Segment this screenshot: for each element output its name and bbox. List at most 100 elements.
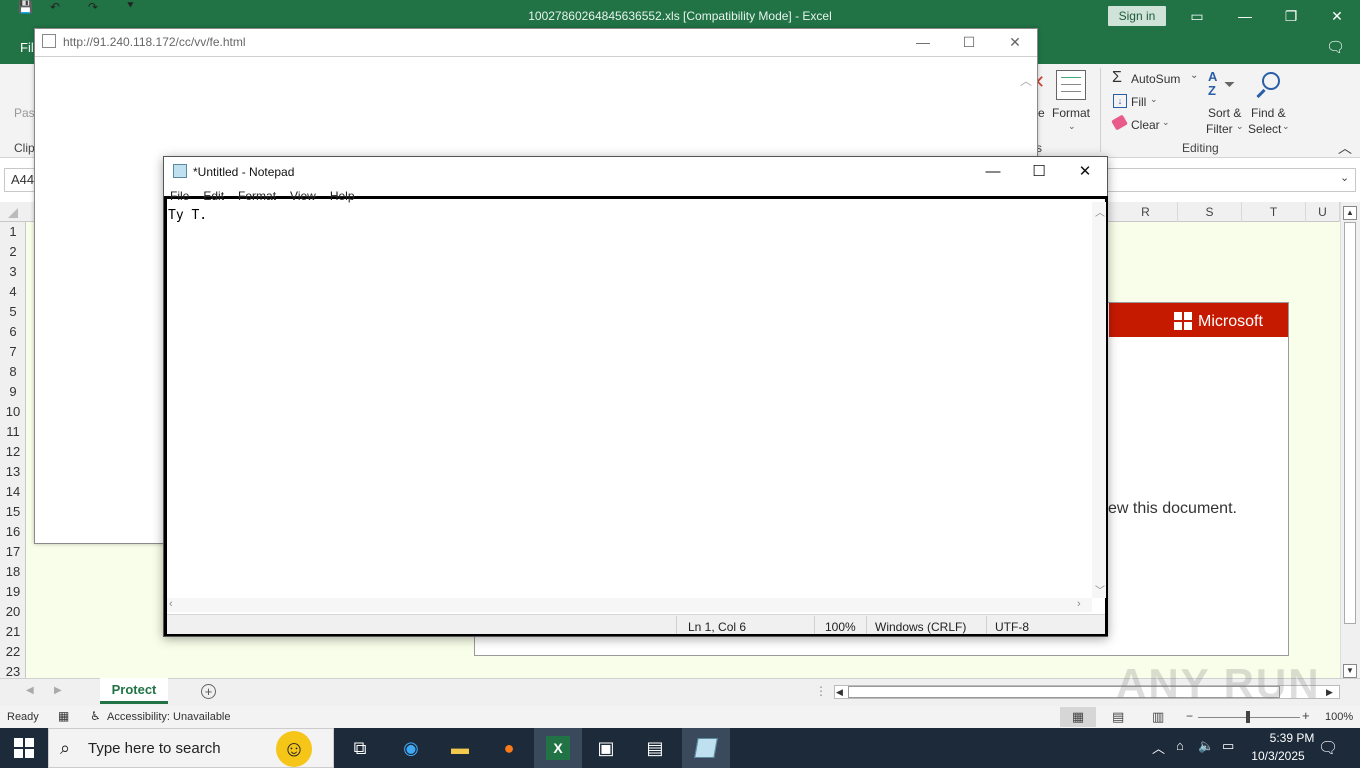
menu-file[interactable]: File — [170, 189, 189, 203]
row-number[interactable]: 10 — [0, 402, 26, 422]
row-number[interactable]: 16 — [0, 522, 26, 542]
browser-maximize-button[interactable]: ☐ — [946, 31, 992, 53]
notepad-horizontal-scrollbar[interactable]: ‹ › — [167, 598, 1092, 612]
sheet-next-icon[interactable]: ▶ — [54, 685, 62, 696]
macro-recording-icon[interactable]: ▦ — [58, 709, 69, 723]
notification-icon[interactable]: 🗨 — [1318, 738, 1338, 758]
row-number[interactable]: 1 — [0, 222, 26, 242]
browser-minimize-button[interactable]: — — [900, 31, 946, 53]
row-number[interactable]: 17 — [0, 542, 26, 562]
zoom-in-icon[interactable]: + — [1302, 708, 1310, 723]
windows-start-icon[interactable] — [14, 738, 34, 758]
customize-toolbar-icon[interactable]: ⯆ — [126, 0, 142, 13]
find-select-button[interactable]: Find & — [1251, 106, 1286, 120]
sort-filter-button[interactable]: Sort & — [1208, 106, 1241, 120]
excel-taskbar-button[interactable]: X — [534, 728, 582, 768]
page-layout-icon[interactable]: ▤ — [1112, 709, 1124, 725]
sheet-tab-protect[interactable]: Protect — [100, 678, 168, 704]
paste-button[interactable]: Pas — [14, 106, 35, 120]
collapse-ribbon-icon[interactable]: ︿ — [1338, 138, 1352, 158]
comments-icon[interactable]: 🗨 — [1326, 38, 1346, 56]
chevron-down-icon[interactable]: ⌄ — [1190, 70, 1198, 81]
file-explorer-icon[interactable]: ▬ — [446, 734, 474, 762]
accessibility-icon[interactable]: ♿ — [90, 709, 101, 723]
row-number[interactable]: 18 — [0, 562, 26, 582]
tab-file[interactable]: Fil — [20, 40, 34, 55]
task-view-icon[interactable]: ⧉ — [346, 734, 374, 762]
row-number[interactable]: 6 — [0, 322, 26, 342]
restore-button[interactable]: ❐ — [1268, 0, 1314, 32]
scroll-right-icon[interactable]: ▶ — [1326, 687, 1333, 698]
save-icon[interactable]: 💾 — [18, 0, 40, 14]
search-highlight-icon[interactable]: ☺ — [276, 731, 312, 767]
expand-formula-bar-icon[interactable]: ⌄ — [1340, 171, 1349, 184]
undo-icon[interactable]: ↶ — [50, 0, 72, 14]
scroll-left-icon[interactable]: ‹ — [169, 598, 173, 610]
notepad-minimize-button[interactable]: — — [970, 157, 1016, 187]
row-number[interactable]: 4 — [0, 282, 26, 302]
clock-date[interactable]: 10/3/2025 — [1248, 749, 1308, 763]
scroll-up-icon[interactable]: ︿ — [1095, 204, 1105, 219]
vertical-scroll-thumb[interactable] — [1344, 222, 1356, 624]
scroll-down-icon[interactable]: ﹀ — [1095, 582, 1105, 597]
sheet-prev-icon[interactable]: ◀ — [26, 685, 34, 696]
notepad-close-button[interactable]: ✕ — [1062, 157, 1108, 187]
volume-icon[interactable]: 🔈 — [1198, 738, 1214, 754]
row-number[interactable]: 5 — [0, 302, 26, 322]
vertical-scrollbar[interactable]: ▲ ▼ — [1340, 202, 1360, 678]
notepad-text-area[interactable]: Ty T. — [168, 208, 207, 223]
row-number[interactable]: 15 — [0, 502, 26, 522]
chevron-up-icon[interactable]: ︿ — [1152, 738, 1165, 757]
fill-button[interactable]: Fill — [1131, 95, 1146, 109]
redo-icon[interactable]: ↷ — [88, 0, 110, 14]
row-number[interactable]: 21 — [0, 622, 26, 642]
menu-edit[interactable]: Edit — [203, 189, 224, 203]
minimize-button[interactable]: — — [1222, 0, 1268, 32]
document-viewer-icon[interactable]: ▤ — [641, 734, 669, 762]
column-R[interactable]: R — [1114, 202, 1178, 222]
notepad-vertical-scrollbar[interactable]: ︿ ﹀ — [1092, 202, 1106, 598]
scroll-up-icon[interactable]: ▲ — [1343, 206, 1357, 220]
column-S[interactable]: S — [1178, 202, 1242, 222]
menu-view[interactable]: View — [290, 189, 316, 203]
browser-close-button[interactable]: ✕ — [992, 31, 1038, 53]
row-number[interactable]: 20 — [0, 602, 26, 622]
menu-help[interactable]: Help — [330, 189, 355, 203]
notepad-maximize-button[interactable]: ☐ — [1016, 157, 1062, 187]
select-all-icon[interactable] — [8, 208, 18, 218]
row-number[interactable]: 22 — [0, 642, 26, 662]
page-break-preview-icon[interactable]: ▥ — [1152, 709, 1164, 725]
accessibility-status[interactable]: Accessibility: Unavailable — [107, 711, 231, 723]
ribbon-display-options-icon[interactable]: ▭ — [1174, 0, 1220, 32]
column-U[interactable]: U — [1306, 202, 1340, 222]
row-number[interactable]: 13 — [0, 462, 26, 482]
split-handle-icon[interactable]: ⋮ — [815, 684, 827, 698]
browser-scroll-up-icon[interactable]: ︿ — [1020, 72, 1032, 89]
zoom-level[interactable]: 100% — [1325, 711, 1353, 723]
format-button[interactable]: Format — [1052, 106, 1090, 120]
row-number[interactable]: 14 — [0, 482, 26, 502]
notepad-taskbar-button[interactable] — [682, 728, 730, 768]
row-number[interactable]: 2 — [0, 242, 26, 262]
clear-button[interactable]: Clear — [1131, 118, 1160, 132]
menu-format[interactable]: Format — [238, 189, 276, 203]
row-number[interactable]: 19 — [0, 582, 26, 602]
column-T[interactable]: T — [1242, 202, 1306, 222]
zoom-out-icon[interactable]: − — [1186, 709, 1193, 723]
scroll-left-icon[interactable]: ◀ — [836, 687, 843, 698]
row-number[interactable]: 7 — [0, 342, 26, 362]
row-number[interactable]: 9 — [0, 382, 26, 402]
formula-input[interactable] — [1106, 168, 1356, 192]
autosum-button[interactable]: AutoSum — [1131, 72, 1180, 86]
display-icon[interactable]: ▭ — [1222, 738, 1234, 754]
firefox-icon[interactable]: ● — [495, 734, 523, 762]
scroll-right-icon[interactable]: › — [1077, 598, 1081, 610]
close-button[interactable]: ✕ — [1314, 0, 1360, 32]
row-number[interactable]: 11 — [0, 422, 26, 442]
zoom-slider-thumb[interactable] — [1246, 711, 1250, 723]
edge-icon[interactable]: ◉ — [397, 734, 425, 762]
scroll-down-icon[interactable]: ▼ — [1343, 664, 1357, 678]
add-sheet-icon[interactable]: + — [201, 684, 216, 699]
sign-in-button[interactable]: Sign in — [1108, 6, 1166, 26]
row-number[interactable]: 12 — [0, 442, 26, 462]
